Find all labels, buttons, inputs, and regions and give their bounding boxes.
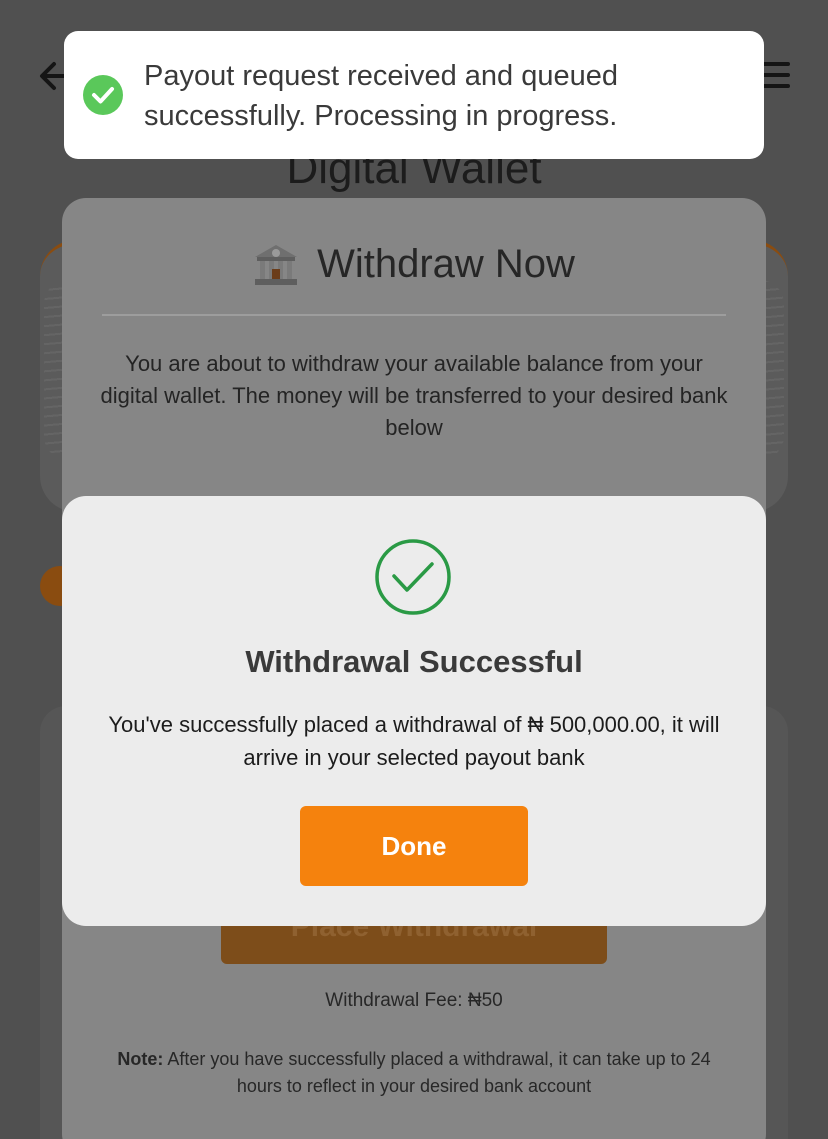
- success-title: Withdrawal Successful: [245, 644, 583, 679]
- note-text: After you have successfully placed a wit…: [163, 1049, 711, 1096]
- withdraw-header: Withdraw Now: [0, 242, 828, 287]
- bank-icon: [255, 244, 298, 285]
- note-label: Note:: [117, 1049, 164, 1069]
- withdrawal-note: Note: After you have successfully placed…: [104, 1046, 724, 1100]
- done-button[interactable]: Done: [300, 806, 528, 886]
- withdraw-title: Withdraw Now: [317, 242, 575, 286]
- check-circle-icon: [83, 75, 123, 115]
- withdrawal-fee: Withdrawal Fee: ₦50: [325, 990, 503, 1011]
- success-check-icon: [375, 539, 451, 615]
- toast-message: Payout request received and queued succe…: [144, 60, 619, 132]
- withdraw-divider: [102, 314, 726, 316]
- success-message: You've successfully placed a withdrawal …: [108, 712, 720, 770]
- withdraw-description: You are about to withdraw your available…: [100, 351, 728, 440]
